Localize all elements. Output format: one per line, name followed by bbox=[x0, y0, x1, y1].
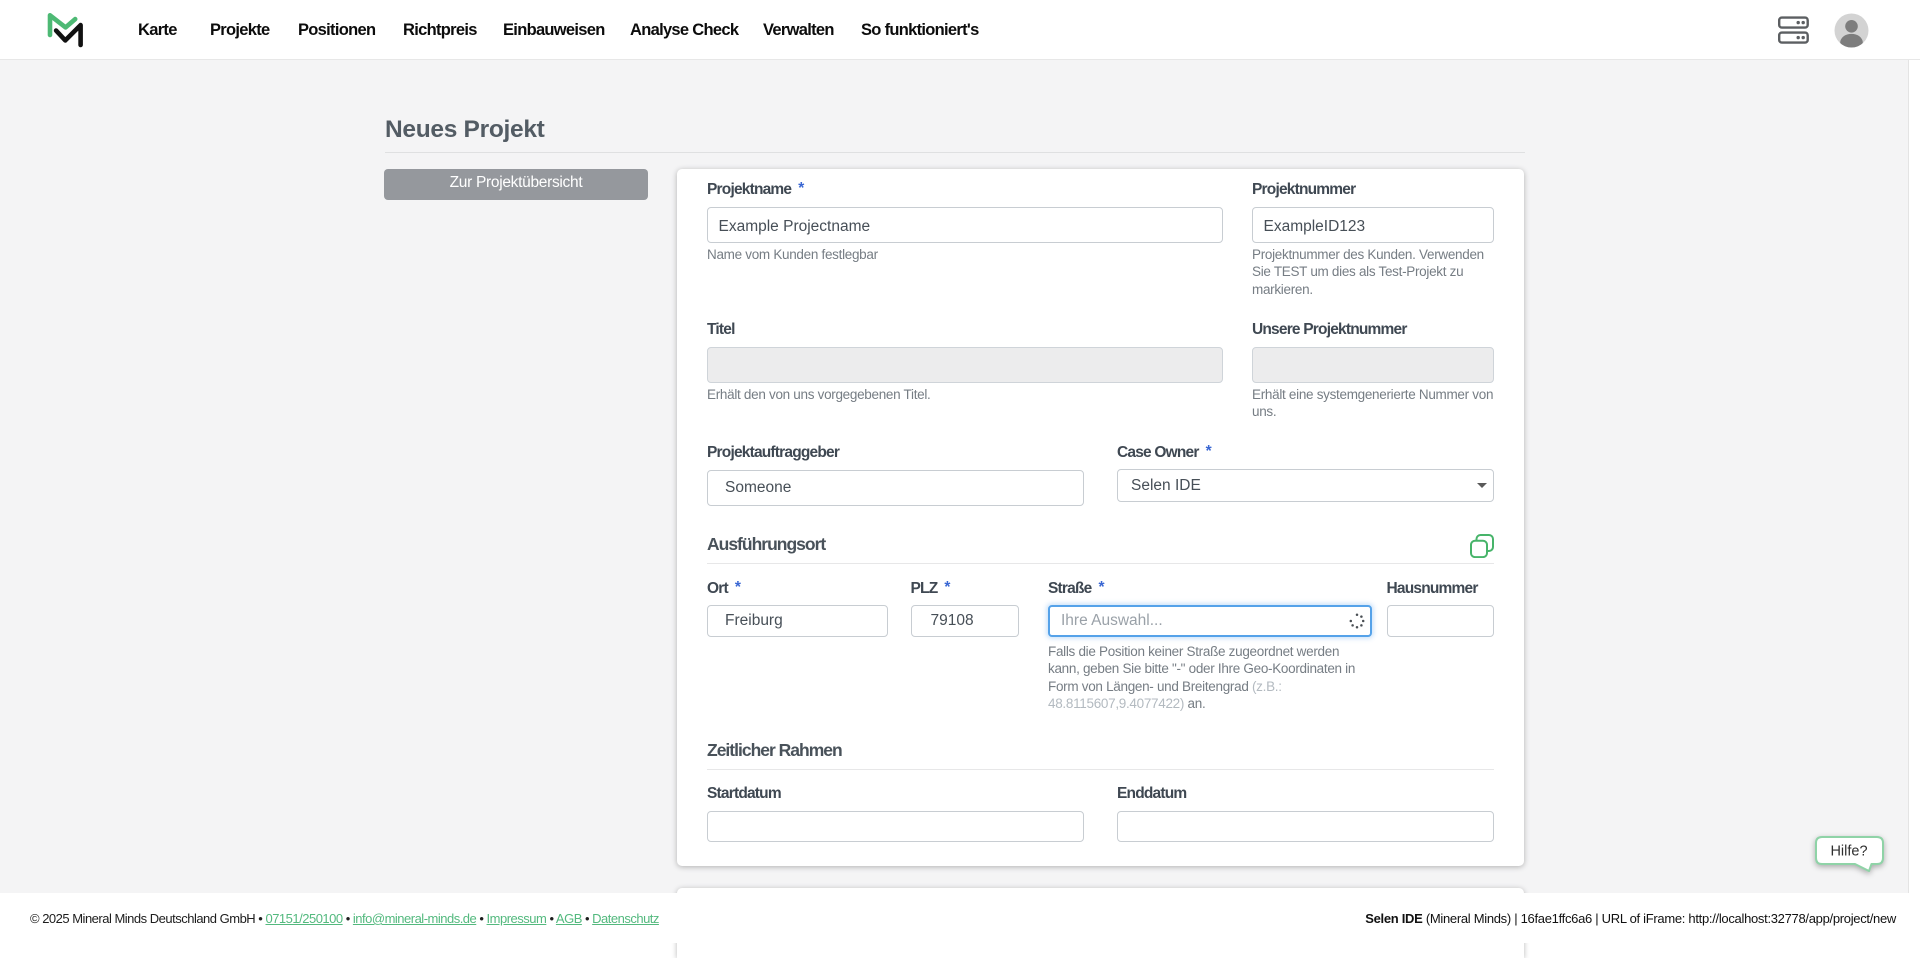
svg-text:Hilfe?: Hilfe? bbox=[1830, 844, 1867, 860]
